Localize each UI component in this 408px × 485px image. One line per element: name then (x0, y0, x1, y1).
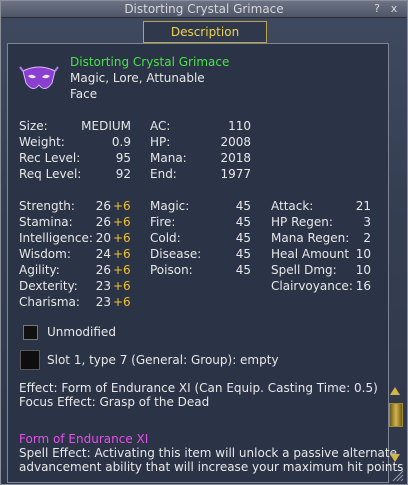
item-window: Distorting Crystal Grimace ? x Descripti… (0, 0, 408, 485)
unmodified-label: Unmodified (47, 325, 116, 339)
size-label: Size: (19, 119, 48, 133)
unmodified-checkbox[interactable] (23, 325, 38, 340)
mask-icon (19, 66, 59, 89)
resist-value: 45 (235, 231, 251, 245)
stat-value: 26 (95, 263, 111, 277)
stat-value: 26 (95, 215, 111, 229)
stat-value: 24 (95, 247, 111, 261)
augment-slot-icon[interactable] (20, 350, 40, 370)
end-value: 1977 (220, 167, 251, 181)
ac-label: AC: (150, 119, 171, 133)
scroll-up-icon[interactable] (389, 386, 401, 396)
close-button[interactable]: x (388, 3, 400, 15)
combat-value: 21 (355, 199, 371, 213)
combat-label: Heal Amount (271, 247, 350, 261)
stat-value: 26 (95, 199, 111, 213)
combat-label: Attack: (271, 199, 314, 213)
resist-value: 45 (235, 263, 251, 277)
stat-bonus: +6 (113, 279, 131, 293)
stat-label: Strength: (19, 199, 75, 213)
item-slot: Face (70, 87, 98, 101)
combat-label: Mana Regen: (271, 231, 350, 245)
weight-label: Weight: (19, 135, 65, 149)
stat-bonus: +6 (113, 199, 131, 213)
stat-value: 23 (95, 279, 111, 293)
resist-label: Poison: (150, 263, 193, 277)
scroll-down-icon[interactable] (389, 453, 401, 463)
combat-value: 16 (355, 279, 371, 293)
item-name: Distorting Crystal Grimace (70, 55, 230, 69)
resist-label: Fire: (150, 215, 176, 229)
end-label: End: (150, 167, 177, 181)
tab-description[interactable]: Description (143, 21, 267, 43)
scrollbar-thumb[interactable] (389, 403, 403, 427)
help-button[interactable]: ? (371, 3, 383, 15)
resize-grip-icon[interactable] (390, 468, 404, 482)
resist-value: 45 (235, 215, 251, 229)
resist-value: 45 (235, 247, 251, 261)
title-bar[interactable]: Distorting Crystal Grimace ? x (1, 1, 407, 18)
ac-value: 110 (228, 119, 251, 133)
rec-level-value: 95 (115, 151, 131, 165)
resist-value: 45 (235, 199, 251, 213)
stat-label: Wisdom: (19, 247, 71, 261)
resist-label: Magic: (150, 199, 190, 213)
stat-value: 23 (95, 295, 111, 309)
stat-label: Stamina: (19, 215, 73, 229)
stat-bonus: +6 (113, 215, 131, 229)
combat-label: HP Regen: (271, 215, 333, 229)
combat-value: 10 (355, 263, 371, 277)
combat-value: 3 (363, 215, 371, 229)
size-value: MEDIUM (81, 119, 131, 133)
resist-label: Cold: (150, 231, 181, 245)
stat-value: 20 (95, 231, 111, 245)
stat-label: Dexterity: (19, 279, 78, 293)
hp-value: 2008 (220, 135, 251, 149)
hp-label: HP: (150, 135, 171, 149)
combat-value: 2 (363, 231, 371, 245)
item-flags: Magic, Lore, Attunable (70, 71, 205, 85)
req-level-value: 92 (115, 167, 131, 181)
mana-value: 2018 (220, 151, 251, 165)
stat-bonus: +6 (113, 231, 131, 245)
spell-effect-line: advancement ability that will increase y… (19, 460, 408, 474)
combat-value: 10 (355, 247, 371, 261)
mana-label: Mana: (150, 151, 187, 165)
stat-label: Agility: (19, 263, 60, 277)
window-title: Distorting Crystal Grimace (124, 2, 284, 16)
weight-value: 0.9 (111, 135, 131, 149)
stat-label: Charisma: (19, 295, 80, 309)
combat-label: Spell Dmg: (271, 263, 337, 277)
stat-bonus: +6 (113, 247, 131, 261)
stat-bonus: +6 (113, 263, 131, 277)
resist-label: Disease: (150, 247, 202, 261)
focus-effect-text: Focus Effect: Grasp of the Dead (19, 395, 210, 409)
stat-bonus: +6 (113, 295, 131, 309)
augment-slot-text: Slot 1, type 7 (General: Group): empty (47, 353, 279, 367)
